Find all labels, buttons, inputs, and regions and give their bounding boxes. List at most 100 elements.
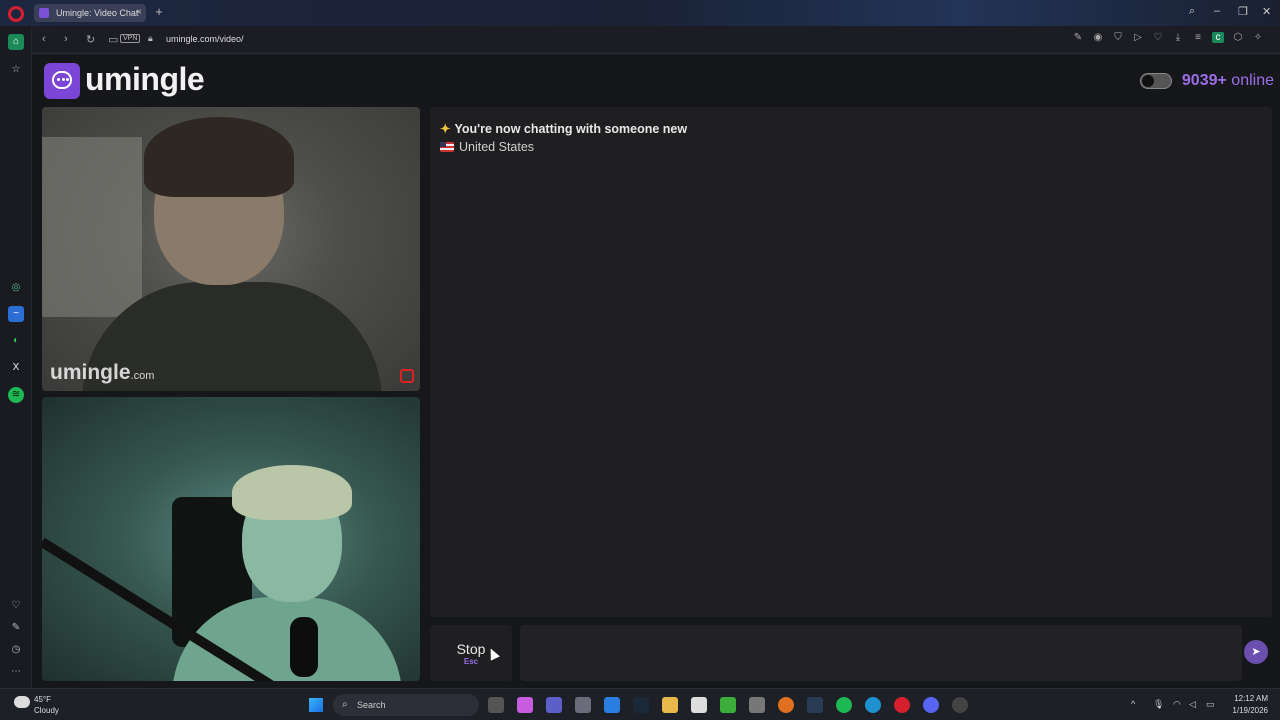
tray-chevron-icon[interactable]: ^ [1131, 699, 1135, 709]
edit-sidebar-icon[interactable]: ✎ [8, 620, 24, 636]
heart-sidebar-icon[interactable]: ♡ [8, 598, 24, 614]
discord-icon[interactable] [923, 697, 939, 713]
stop-button[interactable]: Stop Esc [430, 625, 512, 681]
chat-panel: ✦ You're now chatting with someone new Un… [430, 107, 1272, 617]
x-icon[interactable]: X [8, 360, 24, 376]
shield-icon[interactable]: ⛉ [1112, 32, 1124, 43]
mic-tray-icon[interactable]: 🎙︎ [1153, 699, 1164, 710]
online-counter: 9039+ online [1182, 72, 1274, 90]
more-icon[interactable]: ⋯ [8, 664, 24, 680]
forward-icon[interactable]: › [64, 33, 68, 45]
settings-gear-icon[interactable] [952, 697, 968, 713]
blender-icon[interactable] [778, 697, 794, 713]
minimize-icon[interactable]: – [1214, 5, 1220, 17]
camera-icon[interactable]: ◉ [1092, 32, 1104, 43]
taskbar-search[interactable]: ⌕ Search [333, 694, 479, 716]
extension-icon[interactable]: c [1212, 32, 1224, 43]
url-field[interactable]: umingle.com/video/ [166, 34, 244, 44]
tab-close-icon[interactable]: × [136, 4, 142, 22]
toggle-knob [1142, 75, 1154, 87]
menu-icon[interactable]: ≡ [1192, 32, 1204, 43]
us-flag-icon [440, 142, 454, 152]
watermark-suffix: .com [130, 370, 155, 382]
watermark-main: umingle [50, 361, 131, 384]
teams-icon[interactable] [546, 697, 562, 713]
ai-icon[interactable]: ✧ [1252, 32, 1264, 43]
stranger-hair [144, 117, 294, 197]
steam-icon[interactable] [633, 697, 649, 713]
whiteboard [42, 137, 142, 317]
battery-icon[interactable]: ▭ [1206, 699, 1215, 710]
logo-text[interactable]: umingle [85, 61, 205, 98]
umingle-page: umingle 9039+ online umingle.com ✦ You're… [32, 55, 1280, 688]
opera-logo-icon[interactable] [8, 6, 24, 22]
reload-icon[interactable]: ↻ [86, 33, 95, 46]
edit-icon[interactable]: ✎ [1072, 32, 1084, 43]
report-flag-icon[interactable] [400, 369, 414, 383]
heart-icon[interactable]: ♡ [1152, 32, 1164, 43]
notepad-icon[interactable] [691, 697, 707, 713]
restore-icon[interactable]: ❐ [1238, 5, 1248, 18]
self-hair [232, 465, 352, 520]
send-icon[interactable]: ➤ [1244, 640, 1268, 664]
microphone [290, 617, 318, 677]
history-icon[interactable]: ◷ [8, 642, 24, 658]
address-bar: ‹ › ↻ ▭ VPN 🔒︎ umingle.com/video/ ✎ ◉ ⛉ … [32, 26, 1280, 54]
clock-date[interactable]: 1/19/2026 [1232, 706, 1268, 715]
cloud-icon[interactable] [14, 696, 30, 708]
volume-icon[interactable]: ◁ [1189, 699, 1196, 710]
search-tabs-icon[interactable]: ⌕ [1189, 5, 1195, 18]
close-window-icon[interactable]: ✕ [1262, 5, 1271, 18]
download-icon[interactable]: ⤓ [1172, 32, 1184, 43]
search-icon: ⌕ [342, 699, 348, 710]
outlook-icon[interactable] [604, 697, 620, 713]
tab-title: Umingle: Video Chat [56, 8, 139, 18]
browser-tab[interactable]: Umingle: Video Chat × [34, 4, 146, 22]
settings-icon[interactable] [749, 697, 765, 713]
opera-taskbar-icon[interactable] [894, 697, 910, 713]
chat-status: ✦ You're now chatting with someone new [440, 121, 687, 136]
toolbar-icons: ✎ ◉ ⛉ ▷ ♡ ⤓ ≡ c ⬡ ✧ [1072, 32, 1264, 43]
search-label: Search [357, 700, 386, 710]
theme-toggle[interactable] [1140, 73, 1172, 89]
self-video [42, 397, 420, 681]
wifi-icon[interactable]: ◠ [1173, 699, 1181, 710]
copilot-icon[interactable] [517, 697, 533, 713]
star-icon[interactable]: ☆ [8, 62, 24, 78]
stop-shortcut: Esc [463, 657, 479, 666]
spotify-icon[interactable]: ≋ [8, 387, 24, 403]
chat-country: United States [440, 140, 534, 154]
weather-temp[interactable]: 45°F [34, 695, 51, 704]
edge-icon[interactable] [865, 697, 881, 713]
file-explorer-icon[interactable] [662, 697, 678, 713]
message-input[interactable] [520, 625, 1242, 681]
country-text: United States [459, 140, 535, 154]
cube-icon[interactable]: ⬡ [1232, 32, 1244, 43]
xbox-icon[interactable] [720, 697, 736, 713]
weather-condition[interactable]: Cloudy [34, 706, 59, 715]
store-icon[interactable] [575, 697, 591, 713]
video-watermark: umingle.com [50, 361, 154, 385]
back-icon[interactable]: ‹ [42, 33, 46, 45]
play-icon[interactable]: ▷ [1132, 32, 1144, 43]
lock-icon[interactable]: 🔒︎ [148, 33, 153, 44]
snapshot-icon[interactable]: ▭ [108, 33, 118, 46]
umingle-logo-icon[interactable] [44, 63, 80, 99]
chatgpt-icon[interactable]: ◎ [8, 280, 24, 296]
whatsapp-icon[interactable]: ◐ [8, 333, 24, 349]
task-view-icon[interactable] [488, 697, 504, 713]
browser-sidebar: ⌂ ☆ ◎ ~ ◐ X ≋ ♡ ✎ ◷ ⋯ [0, 26, 32, 688]
messenger-icon[interactable]: ~ [8, 306, 24, 322]
chat-status-text: You're now chatting with someone new [454, 122, 688, 136]
steam-alt-icon[interactable] [807, 697, 823, 713]
home-icon[interactable]: ⌂ [8, 34, 24, 50]
sparkle-icon: ✦ [440, 122, 451, 136]
new-tab-icon[interactable]: + [152, 4, 166, 20]
vpn-badge[interactable]: VPN [120, 34, 141, 43]
stranger-video: umingle.com [42, 107, 420, 391]
browser-tab-bar: Umingle: Video Chat × + ⌕ – ❐ ✕ [0, 0, 1280, 26]
online-count: 9039+ [1181, 72, 1227, 89]
start-icon[interactable] [309, 698, 323, 712]
clock-time[interactable]: 12:12 AM [1234, 694, 1268, 703]
spotify-taskbar-icon[interactable] [836, 697, 852, 713]
